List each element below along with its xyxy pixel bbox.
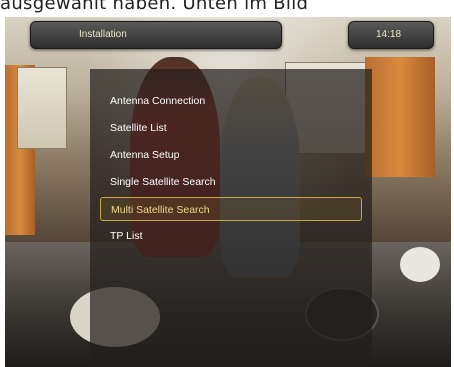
clock-bar: 14:18 (348, 21, 434, 49)
tv-screen: Installation 14:18 Antenna Connection Sa… (5, 17, 451, 367)
caption-text: ausgewählt haben. Unten im Bild (0, 0, 309, 14)
menu-item-satellite-list[interactable]: Satellite List (100, 116, 362, 140)
menu-item-tp-list[interactable]: TP List (100, 224, 362, 248)
title-bar: Installation (30, 21, 282, 49)
installation-menu: Antenna Connection Satellite List Antenn… (90, 69, 372, 367)
page-title: Installation (79, 29, 127, 40)
menu-item-antenna-connection[interactable]: Antenna Connection (100, 89, 362, 113)
clock-text: 14:18 (376, 29, 402, 40)
menu-item-single-satellite-search[interactable]: Single Satellite Search (100, 170, 362, 194)
menu-item-multi-satellite-search[interactable]: Multi Satellite Search (100, 197, 362, 221)
menu-item-antenna-setup[interactable]: Antenna Setup (100, 143, 362, 167)
